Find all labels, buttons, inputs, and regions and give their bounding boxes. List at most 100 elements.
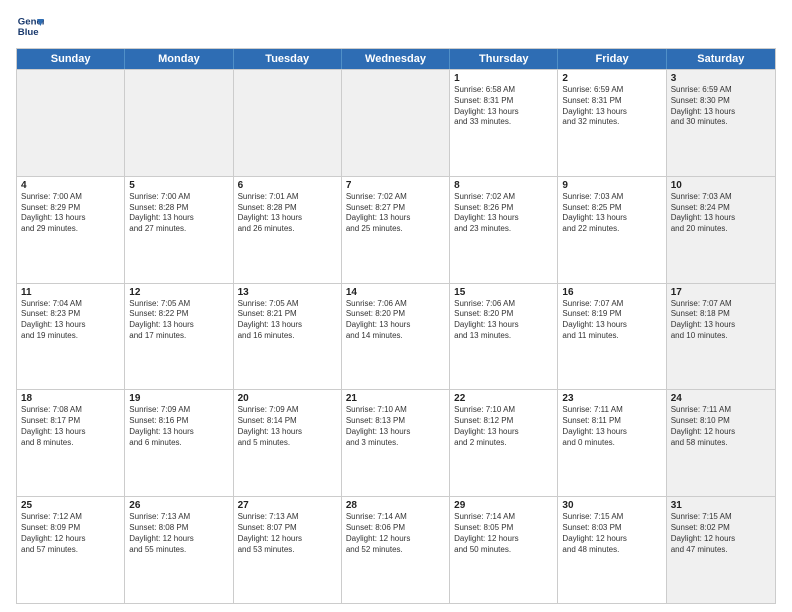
day-number: 9 (562, 180, 661, 191)
header: General Blue (16, 12, 776, 40)
calendar-cell: 16Sunrise: 7:07 AM Sunset: 8:19 PM Dayli… (558, 284, 666, 390)
day-info: Sunrise: 7:13 AM Sunset: 8:08 PM Dayligh… (129, 512, 228, 555)
page: General Blue SundayMondayTuesdayWednesda… (0, 0, 792, 612)
calendar-cell (234, 70, 342, 176)
day-info: Sunrise: 7:09 AM Sunset: 8:16 PM Dayligh… (129, 405, 228, 448)
day-number: 21 (346, 393, 445, 404)
calendar-cell: 19Sunrise: 7:09 AM Sunset: 8:16 PM Dayli… (125, 390, 233, 496)
day-number: 30 (562, 500, 661, 511)
calendar-cell: 23Sunrise: 7:11 AM Sunset: 8:11 PM Dayli… (558, 390, 666, 496)
calendar: SundayMondayTuesdayWednesdayThursdayFrid… (16, 48, 776, 604)
day-number: 22 (454, 393, 553, 404)
day-info: Sunrise: 7:10 AM Sunset: 8:12 PM Dayligh… (454, 405, 553, 448)
calendar-cell: 24Sunrise: 7:11 AM Sunset: 8:10 PM Dayli… (667, 390, 775, 496)
calendar-cell: 26Sunrise: 7:13 AM Sunset: 8:08 PM Dayli… (125, 497, 233, 603)
day-info: Sunrise: 7:15 AM Sunset: 8:03 PM Dayligh… (562, 512, 661, 555)
day-info: Sunrise: 7:08 AM Sunset: 8:17 PM Dayligh… (21, 405, 120, 448)
weekday-header: Wednesday (342, 49, 450, 69)
day-number: 28 (346, 500, 445, 511)
calendar-cell: 21Sunrise: 7:10 AM Sunset: 8:13 PM Dayli… (342, 390, 450, 496)
day-info: Sunrise: 6:59 AM Sunset: 8:31 PM Dayligh… (562, 85, 661, 128)
calendar-cell: 18Sunrise: 7:08 AM Sunset: 8:17 PM Dayli… (17, 390, 125, 496)
day-info: Sunrise: 7:15 AM Sunset: 8:02 PM Dayligh… (671, 512, 771, 555)
calendar-cell: 11Sunrise: 7:04 AM Sunset: 8:23 PM Dayli… (17, 284, 125, 390)
day-info: Sunrise: 7:14 AM Sunset: 8:06 PM Dayligh… (346, 512, 445, 555)
day-number: 24 (671, 393, 771, 404)
day-number: 2 (562, 73, 661, 84)
calendar-cell: 14Sunrise: 7:06 AM Sunset: 8:20 PM Dayli… (342, 284, 450, 390)
calendar-row: 18Sunrise: 7:08 AM Sunset: 8:17 PM Dayli… (17, 389, 775, 496)
calendar-cell: 27Sunrise: 7:13 AM Sunset: 8:07 PM Dayli… (234, 497, 342, 603)
calendar-cell: 4Sunrise: 7:00 AM Sunset: 8:29 PM Daylig… (17, 177, 125, 283)
weekday-header: Tuesday (234, 49, 342, 69)
day-number: 5 (129, 180, 228, 191)
calendar-cell: 10Sunrise: 7:03 AM Sunset: 8:24 PM Dayli… (667, 177, 775, 283)
calendar-cell: 28Sunrise: 7:14 AM Sunset: 8:06 PM Dayli… (342, 497, 450, 603)
logo-icon: General Blue (16, 12, 44, 40)
calendar-cell: 20Sunrise: 7:09 AM Sunset: 8:14 PM Dayli… (234, 390, 342, 496)
day-number: 20 (238, 393, 337, 404)
day-info: Sunrise: 7:13 AM Sunset: 8:07 PM Dayligh… (238, 512, 337, 555)
day-info: Sunrise: 7:10 AM Sunset: 8:13 PM Dayligh… (346, 405, 445, 448)
svg-text:Blue: Blue (18, 27, 39, 38)
day-number: 15 (454, 287, 553, 298)
day-number: 18 (21, 393, 120, 404)
day-info: Sunrise: 7:05 AM Sunset: 8:21 PM Dayligh… (238, 299, 337, 342)
calendar-cell: 5Sunrise: 7:00 AM Sunset: 8:28 PM Daylig… (125, 177, 233, 283)
day-info: Sunrise: 7:09 AM Sunset: 8:14 PM Dayligh… (238, 405, 337, 448)
day-number: 11 (21, 287, 120, 298)
day-number: 31 (671, 500, 771, 511)
weekday-header: Friday (558, 49, 666, 69)
day-info: Sunrise: 7:06 AM Sunset: 8:20 PM Dayligh… (454, 299, 553, 342)
calendar-cell: 7Sunrise: 7:02 AM Sunset: 8:27 PM Daylig… (342, 177, 450, 283)
day-number: 3 (671, 73, 771, 84)
weekday-header: Saturday (667, 49, 775, 69)
calendar-row: 25Sunrise: 7:12 AM Sunset: 8:09 PM Dayli… (17, 496, 775, 603)
day-number: 1 (454, 73, 553, 84)
day-info: Sunrise: 7:07 AM Sunset: 8:19 PM Dayligh… (562, 299, 661, 342)
day-info: Sunrise: 7:03 AM Sunset: 8:25 PM Dayligh… (562, 192, 661, 235)
calendar-row: 4Sunrise: 7:00 AM Sunset: 8:29 PM Daylig… (17, 176, 775, 283)
calendar-cell: 15Sunrise: 7:06 AM Sunset: 8:20 PM Dayli… (450, 284, 558, 390)
calendar-row: 11Sunrise: 7:04 AM Sunset: 8:23 PM Dayli… (17, 283, 775, 390)
day-info: Sunrise: 7:04 AM Sunset: 8:23 PM Dayligh… (21, 299, 120, 342)
day-info: Sunrise: 7:06 AM Sunset: 8:20 PM Dayligh… (346, 299, 445, 342)
calendar-cell: 17Sunrise: 7:07 AM Sunset: 8:18 PM Dayli… (667, 284, 775, 390)
day-info: Sunrise: 7:02 AM Sunset: 8:26 PM Dayligh… (454, 192, 553, 235)
day-info: Sunrise: 7:07 AM Sunset: 8:18 PM Dayligh… (671, 299, 771, 342)
calendar-row: 1Sunrise: 6:58 AM Sunset: 8:31 PM Daylig… (17, 69, 775, 176)
day-number: 7 (346, 180, 445, 191)
day-info: Sunrise: 7:00 AM Sunset: 8:28 PM Dayligh… (129, 192, 228, 235)
calendar-cell (17, 70, 125, 176)
weekday-header: Monday (125, 49, 233, 69)
calendar-cell: 8Sunrise: 7:02 AM Sunset: 8:26 PM Daylig… (450, 177, 558, 283)
day-info: Sunrise: 7:14 AM Sunset: 8:05 PM Dayligh… (454, 512, 553, 555)
day-info: Sunrise: 6:58 AM Sunset: 8:31 PM Dayligh… (454, 85, 553, 128)
day-number: 27 (238, 500, 337, 511)
day-number: 23 (562, 393, 661, 404)
calendar-cell: 25Sunrise: 7:12 AM Sunset: 8:09 PM Dayli… (17, 497, 125, 603)
calendar-cell: 31Sunrise: 7:15 AM Sunset: 8:02 PM Dayli… (667, 497, 775, 603)
calendar-cell (125, 70, 233, 176)
day-number: 26 (129, 500, 228, 511)
day-number: 6 (238, 180, 337, 191)
day-number: 8 (454, 180, 553, 191)
day-info: Sunrise: 7:11 AM Sunset: 8:11 PM Dayligh… (562, 405, 661, 448)
calendar-cell: 29Sunrise: 7:14 AM Sunset: 8:05 PM Dayli… (450, 497, 558, 603)
day-info: Sunrise: 7:02 AM Sunset: 8:27 PM Dayligh… (346, 192, 445, 235)
day-number: 19 (129, 393, 228, 404)
day-number: 25 (21, 500, 120, 511)
calendar-cell: 30Sunrise: 7:15 AM Sunset: 8:03 PM Dayli… (558, 497, 666, 603)
calendar-cell: 1Sunrise: 6:58 AM Sunset: 8:31 PM Daylig… (450, 70, 558, 176)
day-info: Sunrise: 7:11 AM Sunset: 8:10 PM Dayligh… (671, 405, 771, 448)
calendar-cell: 13Sunrise: 7:05 AM Sunset: 8:21 PM Dayli… (234, 284, 342, 390)
day-number: 29 (454, 500, 553, 511)
calendar-cell (342, 70, 450, 176)
day-info: Sunrise: 7:01 AM Sunset: 8:28 PM Dayligh… (238, 192, 337, 235)
calendar-header: SundayMondayTuesdayWednesdayThursdayFrid… (17, 49, 775, 69)
calendar-cell: 12Sunrise: 7:05 AM Sunset: 8:22 PM Dayli… (125, 284, 233, 390)
calendar-cell: 2Sunrise: 6:59 AM Sunset: 8:31 PM Daylig… (558, 70, 666, 176)
day-info: Sunrise: 7:03 AM Sunset: 8:24 PM Dayligh… (671, 192, 771, 235)
day-number: 16 (562, 287, 661, 298)
day-number: 13 (238, 287, 337, 298)
